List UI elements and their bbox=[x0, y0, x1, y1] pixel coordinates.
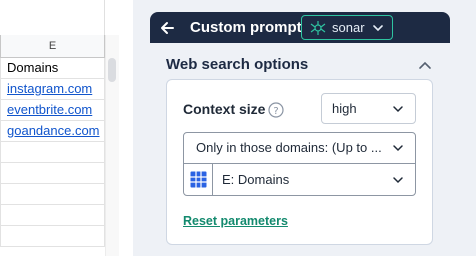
sheet-cell[interactable] bbox=[0, 226, 105, 247]
web-search-options-card: Context size ? high Only in those domain… bbox=[166, 79, 433, 245]
sheet-cell[interactable] bbox=[0, 142, 105, 163]
sheet-scrollbar-thumb[interactable] bbox=[108, 58, 116, 82]
cell-text: Domains bbox=[7, 60, 59, 75]
chevron-down-icon bbox=[393, 177, 403, 184]
context-size-value: high bbox=[332, 101, 357, 116]
column-header-e[interactable]: E bbox=[0, 35, 105, 58]
model-selector[interactable]: sonar bbox=[301, 15, 393, 40]
domain-mode-select[interactable]: Only in those domains: (Up to ... bbox=[184, 133, 415, 164]
sheet-toolbar-area bbox=[0, 0, 105, 35]
spreadsheet-area: E Domains instagram.com eventbrite.com goan… bbox=[0, 0, 120, 256]
sheet-cell[interactable] bbox=[0, 184, 105, 205]
custom-prompt-panel: Custom prompt sonar Web search options C… bbox=[133, 0, 476, 256]
chevron-down-icon bbox=[373, 25, 383, 32]
chevron-down-icon bbox=[393, 106, 403, 113]
chevron-down-icon bbox=[393, 145, 403, 152]
help-icon[interactable]: ? bbox=[268, 102, 284, 118]
domain-filter-group: Only in those domains: (Up to ... E: Dom… bbox=[183, 132, 416, 196]
app-root: E Domains instagram.com eventbrite.com goan… bbox=[0, 0, 476, 256]
reset-parameters-link[interactable]: Reset parameters bbox=[183, 214, 288, 228]
spider-icon bbox=[310, 21, 326, 35]
model-label: sonar bbox=[332, 20, 365, 35]
sheet-cell[interactable] bbox=[0, 163, 105, 184]
domain-mode-value: Only in those domains: (Up to ... bbox=[196, 140, 382, 155]
svg-text:?: ? bbox=[273, 106, 278, 117]
cell-link[interactable]: instagram.com bbox=[7, 81, 92, 96]
domain-column-value: E: Domains bbox=[222, 172, 290, 187]
domain-column-select[interactable]: E: Domains bbox=[184, 164, 415, 195]
sheet-cell[interactable]: instagram.com bbox=[0, 79, 105, 100]
context-size-label: Context size bbox=[183, 101, 266, 117]
sheet-cell[interactable]: Domains bbox=[0, 58, 105, 79]
cell-link[interactable]: goandance.com bbox=[7, 123, 100, 138]
sheet-cell[interactable] bbox=[0, 205, 105, 226]
panel-title: Custom prompt bbox=[190, 19, 302, 36]
grid-icon bbox=[190, 171, 207, 188]
grid-icon-container bbox=[184, 164, 213, 195]
section-title: Web search options bbox=[166, 56, 309, 73]
context-size-select[interactable]: high bbox=[321, 93, 416, 124]
sheet-cell[interactable]: eventbrite.com bbox=[0, 100, 105, 121]
sheet-cell[interactable]: goandance.com bbox=[0, 121, 105, 142]
panel-header: Custom prompt sonar bbox=[150, 12, 450, 43]
cell-link[interactable]: eventbrite.com bbox=[7, 102, 92, 117]
back-arrow-icon[interactable] bbox=[158, 19, 176, 37]
chevron-up-icon[interactable] bbox=[418, 60, 432, 70]
